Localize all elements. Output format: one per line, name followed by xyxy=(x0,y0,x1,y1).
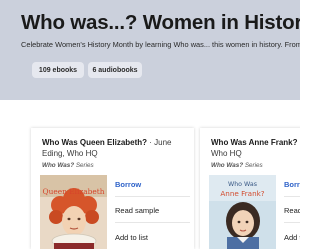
book-title[interactable]: Who Was Anne Frank? xyxy=(211,138,298,147)
collection-description: Celebrate Women's History Month by learn… xyxy=(21,40,300,49)
title-card: Who Was Queen Elizabeth? · June Eding, W… xyxy=(31,128,194,249)
add-to-list-button[interactable]: Add to list xyxy=(115,225,190,249)
collection-header: Who was...? Women in History Celebrate W… xyxy=(0,0,300,100)
page: Who was...? Women in History Celebrate W… xyxy=(0,0,300,249)
borrow-button[interactable]: Borrow xyxy=(284,173,300,197)
audiobooks-count-chip[interactable]: 6 audiobooks xyxy=(88,62,142,78)
read-sample-button[interactable]: Read sample xyxy=(284,199,300,223)
book-title[interactable]: Who Was Queen Elizabeth? xyxy=(42,138,147,147)
series-name[interactable]: Who Was? xyxy=(211,162,243,169)
borrow-button[interactable]: Borrow xyxy=(115,173,190,197)
series-suffix: Series xyxy=(243,162,263,169)
title-card: Who Was Anne Frank? · Ann Abramson, Who … xyxy=(200,128,300,249)
book-cover[interactable]: Queen Elizabeth xyxy=(40,175,107,249)
read-sample-button[interactable]: Read sample xyxy=(115,199,190,223)
book-title-line[interactable]: Who Was Anne Frank? · Ann Abramson, Who … xyxy=(211,137,300,159)
book-cover[interactable]: Who Was Anne Frank? xyxy=(209,175,276,249)
title-separator: · xyxy=(298,138,301,147)
cover-title-text: Anne Frank? xyxy=(220,189,265,198)
series-suffix: Series xyxy=(74,162,94,169)
series-name[interactable]: Who Was? xyxy=(42,162,74,169)
ebooks-count-chip[interactable]: 109 ebooks xyxy=(32,62,84,78)
page-title: Who was...? Women in History xyxy=(21,11,300,34)
cover-top-text: Who Was xyxy=(227,181,258,188)
add-to-list-button[interactable]: Add to list xyxy=(284,225,300,249)
cover-title-text: Queen Elizabeth xyxy=(42,187,105,196)
book-title-line[interactable]: Who Was Queen Elizabeth? · June Eding, W… xyxy=(42,137,192,159)
series-label[interactable]: Who Was? Series xyxy=(42,162,94,169)
series-label[interactable]: Who Was? Series xyxy=(211,162,263,169)
